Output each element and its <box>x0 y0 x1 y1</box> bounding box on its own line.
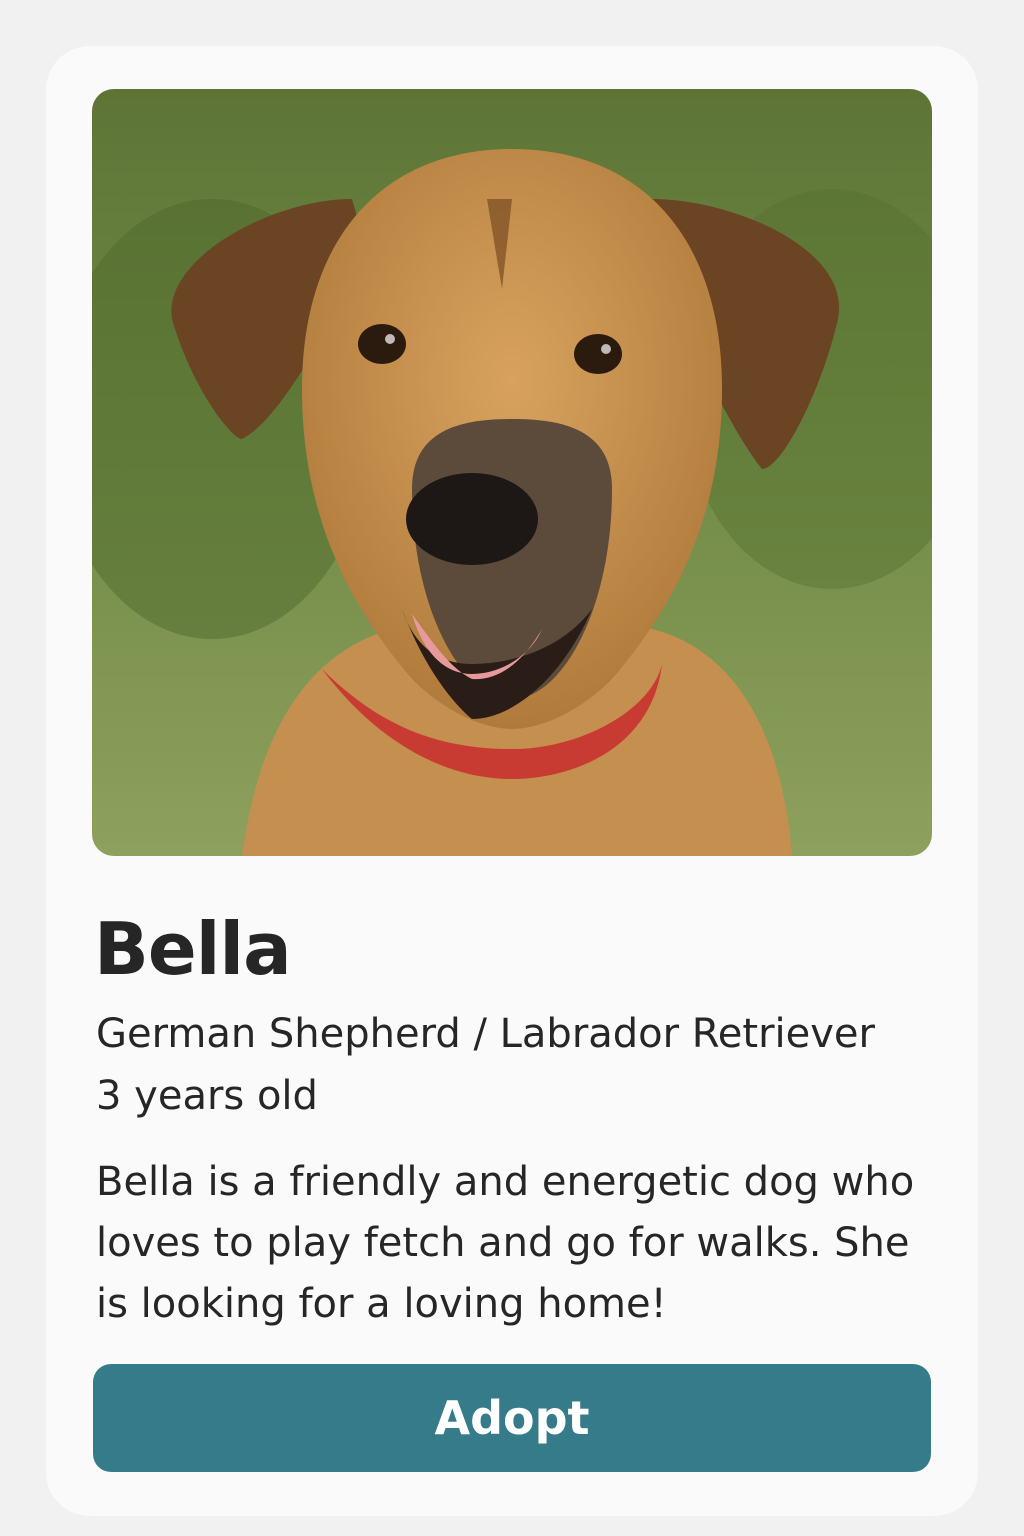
pet-name: Bella <box>94 907 292 991</box>
pet-card: Bella German Shepherd / Labrador Retriev… <box>46 46 978 1516</box>
pet-age: 3 years old <box>96 1073 318 1119</box>
adopt-button[interactable]: Adopt <box>93 1364 931 1472</box>
pet-photo <box>92 89 932 856</box>
pet-description: Bella is a friendly and energetic dog wh… <box>96 1159 915 1327</box>
pet-breed: German Shepherd / Labrador Retriever <box>96 1011 875 1057</box>
